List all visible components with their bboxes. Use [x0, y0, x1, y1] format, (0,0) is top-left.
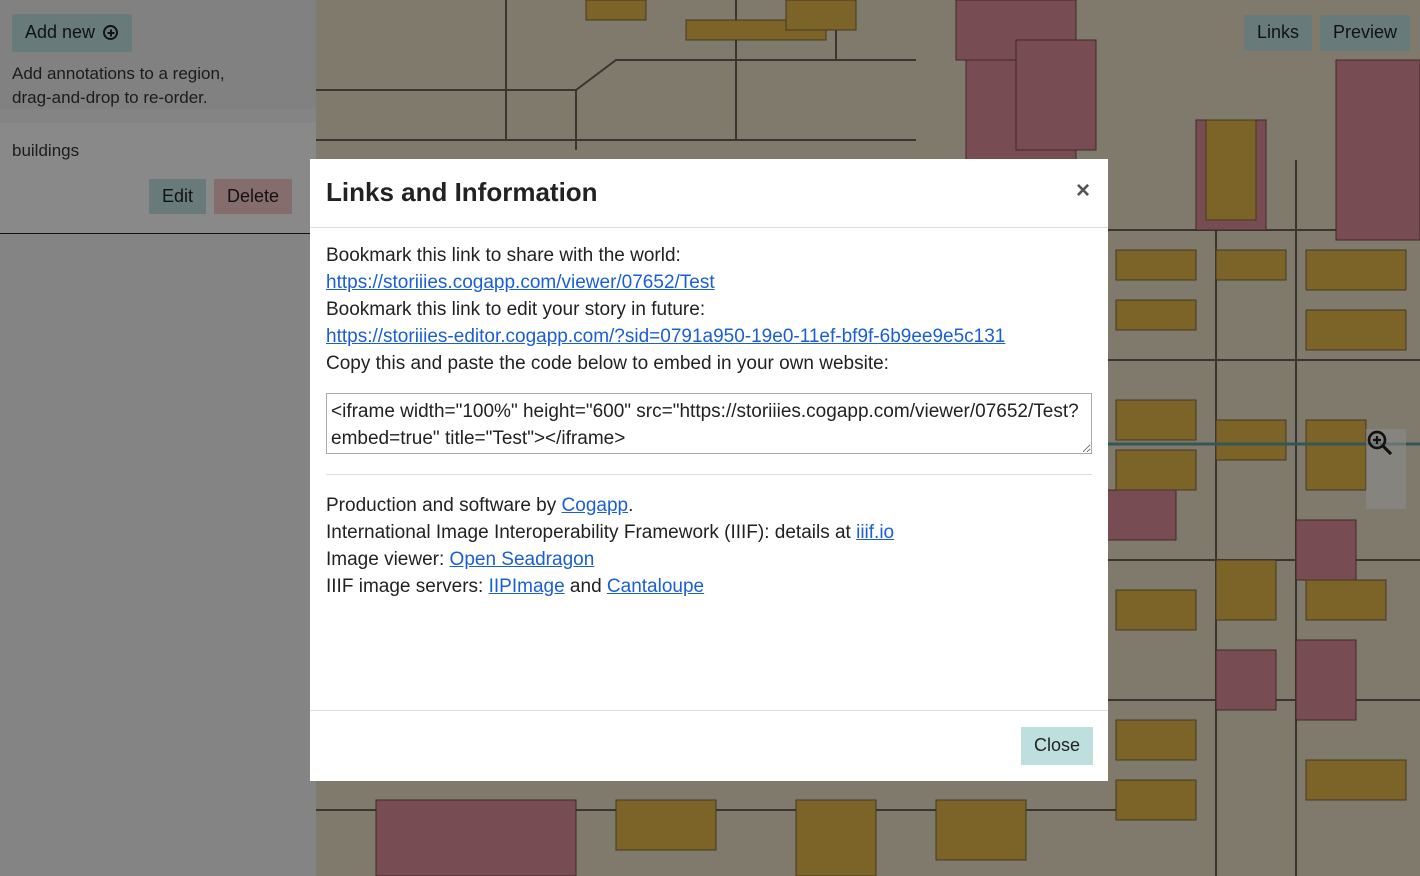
close-button[interactable]: Close — [1020, 727, 1093, 765]
modal-title: Links and Information — [326, 177, 598, 207]
modal-footer: Close — [310, 710, 1108, 781]
links-modal: Links and Information × Bookmark this li… — [310, 159, 1108, 781]
production-credit: Production and software by Cogapp. — [326, 492, 1092, 519]
production-suffix: . — [628, 495, 634, 516]
iiif-prefix: International Image Interoperability Fra… — [326, 522, 857, 543]
edit-link[interactable]: https://storiiies-editor.cogapp.com/?sid… — [326, 326, 1005, 347]
share-intro: Bookmark this link to share with the wor… — [326, 245, 681, 266]
modal-divider — [326, 474, 1092, 475]
close-icon[interactable]: × — [1070, 175, 1096, 207]
embed-code-field[interactable]: <iframe width="100%" height="600" src="h… — [326, 393, 1092, 454]
modal-body: Bookmark this link to share with the wor… — [310, 228, 1108, 600]
servers-credit: IIIF image servers: IIPImage and Cantalo… — [326, 573, 1092, 600]
modal-header: Links and Information × — [310, 159, 1108, 228]
viewer-credit: Image viewer: Open Seadragon — [326, 546, 1092, 573]
iipimage-link[interactable]: IIPImage — [489, 576, 565, 597]
openseadragon-link[interactable]: Open Seadragon — [450, 549, 595, 570]
production-prefix: Production and software by — [326, 495, 562, 516]
edit-intro: Bookmark this link to edit your story in… — [326, 299, 706, 320]
servers-and: and — [564, 576, 607, 597]
share-link[interactable]: https://storiiies.cogapp.com/viewer/0765… — [326, 272, 715, 293]
iiif-link[interactable]: iiif.io — [856, 522, 894, 543]
cantaloupe-link[interactable]: Cantaloupe — [607, 576, 704, 597]
servers-prefix: IIIF image servers: — [326, 576, 489, 597]
iiif-credit: International Image Interoperability Fra… — [326, 519, 1092, 546]
cogapp-link[interactable]: Cogapp — [562, 495, 629, 516]
viewer-prefix: Image viewer: — [326, 549, 450, 570]
embed-intro: Copy this and paste the code below to em… — [326, 353, 889, 374]
